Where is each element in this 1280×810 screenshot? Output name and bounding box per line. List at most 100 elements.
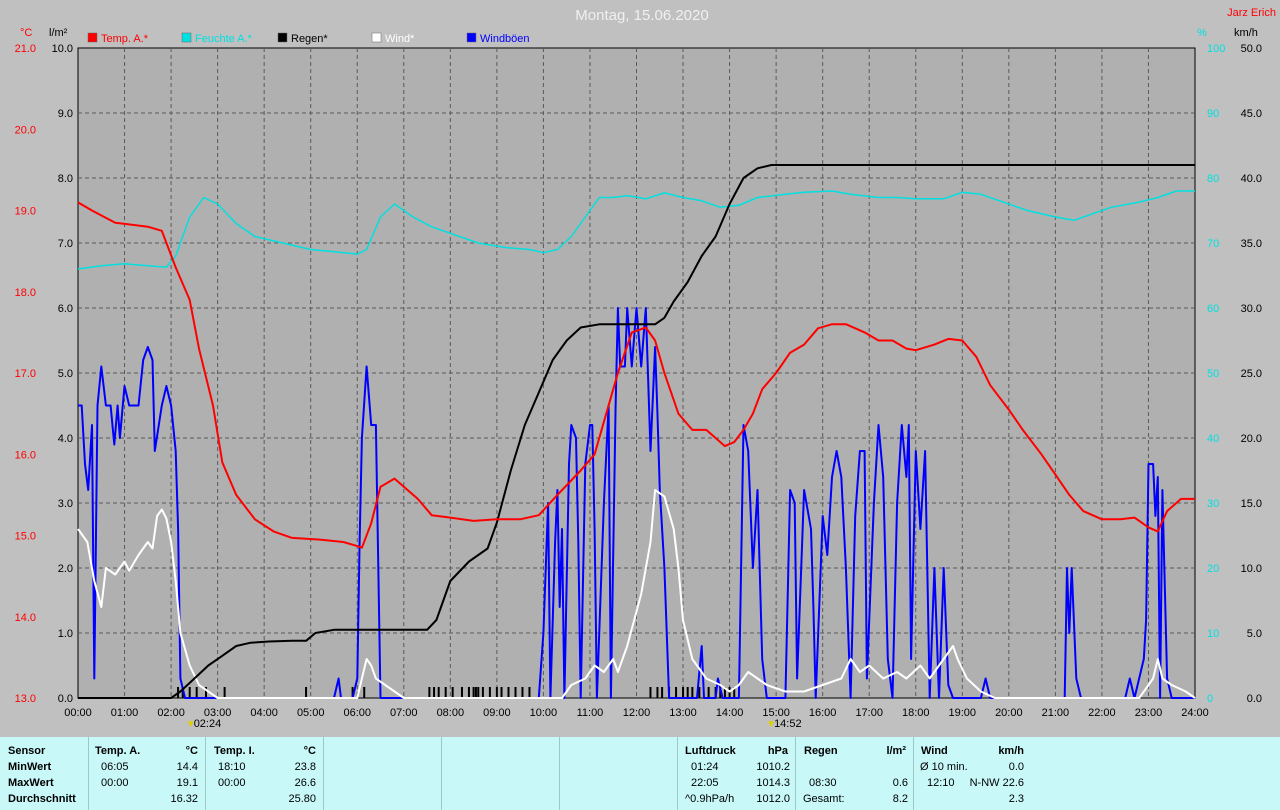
temp-a-title: Temp. A. <box>95 745 141 757</box>
rain-total-label: Gesamt: <box>803 793 845 805</box>
legend-label: Regen* <box>291 33 328 45</box>
temp-i-max-val: 26.6 <box>294 777 316 789</box>
sensor-title: Sensor <box>8 745 46 757</box>
temp-tick-label: 19.0 <box>15 206 36 218</box>
humidity-tick-label: 90 <box>1207 108 1219 120</box>
humidity-tick-label: 100 <box>1207 43 1225 55</box>
pressure-max-val: 1014.3 <box>756 777 790 789</box>
wind-title: Wind <box>921 745 948 757</box>
chart-legend: Temp. A.* Feuchte A.* Regen* Wind* Windböen <box>87 32 530 45</box>
x-tick-label: 19:00 <box>949 707 977 719</box>
humidity-tick-label: 20 <box>1207 563 1219 575</box>
x-tick-label: 10:00 <box>530 707 558 719</box>
temp-a-avg-val: 16.32 <box>170 793 198 805</box>
rain-tick-label: 6.0 <box>58 303 73 315</box>
legend-swatch <box>87 32 98 43</box>
stats-empty-3 <box>559 737 678 810</box>
wind-tick-label: 40.0 <box>1241 173 1262 185</box>
rain-tick-label: 1.0 <box>58 628 73 640</box>
temp-tick-label: 20.0 <box>15 124 36 136</box>
rain-title: Regen <box>804 745 838 757</box>
temp-tick-label: 16.0 <box>15 449 36 461</box>
temp-i-unit: °C <box>303 745 316 757</box>
rain-tick-label: 4.0 <box>58 433 73 445</box>
stats-temp-a: Temp. A. °C 06:05 14.4 00:00 19.1 16.32 <box>88 737 206 810</box>
rain-max-val: 0.6 <box>892 777 908 789</box>
rain-tick-label: 0.0 <box>58 693 73 705</box>
wind-tick-label: 0.0 <box>1247 693 1262 705</box>
wind-tick-label: 35.0 <box>1241 238 1262 250</box>
pressure-title: Luftdruck <box>685 745 736 757</box>
legend-swatch <box>371 32 382 43</box>
sun-marker-label: 14:52 <box>774 718 802 730</box>
rain-total-val: 8.2 <box>892 793 908 805</box>
temp-a-min-time: 06:05 <box>101 761 129 773</box>
rain-axis-unit: l/m² <box>49 27 68 39</box>
pressure-min-val: 1010.2 <box>756 761 790 773</box>
x-tick-label: 11:00 <box>577 707 604 719</box>
rain-unit: l/m² <box>886 745 906 757</box>
humidity-tick-label: 60 <box>1207 303 1219 315</box>
temp-i-avg-val: 25.80 <box>288 793 316 805</box>
x-tick-label: 24:00 <box>1181 707 1209 719</box>
sun-markers: ▼02:24 ▼14:52 <box>186 718 802 730</box>
humidity-tick-label: 0 <box>1207 693 1213 705</box>
wind-unit: km/h <box>998 745 1024 757</box>
author-label: Jarz Erich <box>1227 7 1276 19</box>
stats-temp-i: Temp. I. °C 18:10 23.8 00:00 26.6 25.80 <box>205 737 324 810</box>
temp-i-min-val: 23.8 <box>294 761 316 773</box>
pressure-max-time: 22:05 <box>691 777 719 789</box>
legend-label: Temp. A.* <box>101 33 149 45</box>
temp-i-title: Temp. I. <box>214 745 255 757</box>
humidity-tick-label: 10 <box>1207 628 1219 640</box>
sun-marker-label: 02:24 <box>194 718 222 730</box>
temp-a-max-time: 00:00 <box>101 777 129 789</box>
wind-tick-label: 10.0 <box>1241 563 1262 575</box>
humidity-tick-label: 80 <box>1207 173 1219 185</box>
x-tick-label: 08:00 <box>437 707 465 719</box>
x-tick-label: 07:00 <box>390 707 418 719</box>
x-tick-label: 18:00 <box>902 707 930 719</box>
wind-tick-label: 15.0 <box>1241 498 1262 510</box>
stats-panel: Sensor MinWert MaxWert Durchschnitt Temp… <box>0 737 1280 810</box>
legend-label: Windböen <box>480 33 530 45</box>
rain-tick-label: 9.0 <box>58 108 73 120</box>
temp-tick-label: 14.0 <box>15 612 36 624</box>
x-tick-label: 23:00 <box>1135 707 1163 719</box>
wind-avg-val: 0.0 <box>1008 761 1024 773</box>
temp-a-max-val: 19.1 <box>176 777 198 789</box>
pressure-min-time: 01:24 <box>691 761 719 773</box>
stats-empty-1 <box>323 737 442 810</box>
rain-max-time: 08:30 <box>809 777 837 789</box>
x-tick-label: 21:00 <box>1042 707 1070 719</box>
stats-pressure: Luftdruck hPa 01:24 1010.2 22:05 1014.3 … <box>677 737 796 810</box>
wind-tick-label: 30.0 <box>1241 303 1262 315</box>
x-tick-label: 06:00 <box>343 707 371 719</box>
wind-tick-label: 5.0 <box>1247 628 1262 640</box>
legend-label: Feuchte A.* <box>195 33 253 45</box>
rain-tick-label: 8.0 <box>58 173 73 185</box>
legend-swatch <box>181 32 192 43</box>
legend-label: Wind* <box>385 33 415 45</box>
temp-tick-label: 21.0 <box>15 43 36 55</box>
wind-tick-label: 20.0 <box>1241 433 1262 445</box>
temp-tick-label: 18.0 <box>15 287 36 299</box>
row-max-label: MaxWert <box>8 777 54 789</box>
rain-tick-label: 5.0 <box>58 368 73 380</box>
x-tick-label: 05:00 <box>297 707 325 719</box>
x-tick-label: 09:00 <box>483 707 511 719</box>
rain-tick-label: 3.0 <box>58 498 73 510</box>
wind-tick-label: 50.0 <box>1241 43 1262 55</box>
x-tick-label: 13:00 <box>669 707 697 719</box>
rain-tick-label: 7.0 <box>58 238 73 250</box>
wind-mean-val: 2.3 <box>1008 793 1024 805</box>
legend-swatch <box>277 32 288 43</box>
x-tick-label: 17:00 <box>855 707 883 719</box>
humidity-tick-label: 30 <box>1207 498 1219 510</box>
humidity-tick-label: 50 <box>1207 368 1219 380</box>
x-tick-label: 02:00 <box>157 707 185 719</box>
wind-max-time: 12:10 <box>927 777 955 789</box>
humidity-tick-label: 70 <box>1207 238 1219 250</box>
pressure-avg-val: 1012.0 <box>756 793 790 805</box>
temp-i-min-time: 18:10 <box>218 761 246 773</box>
